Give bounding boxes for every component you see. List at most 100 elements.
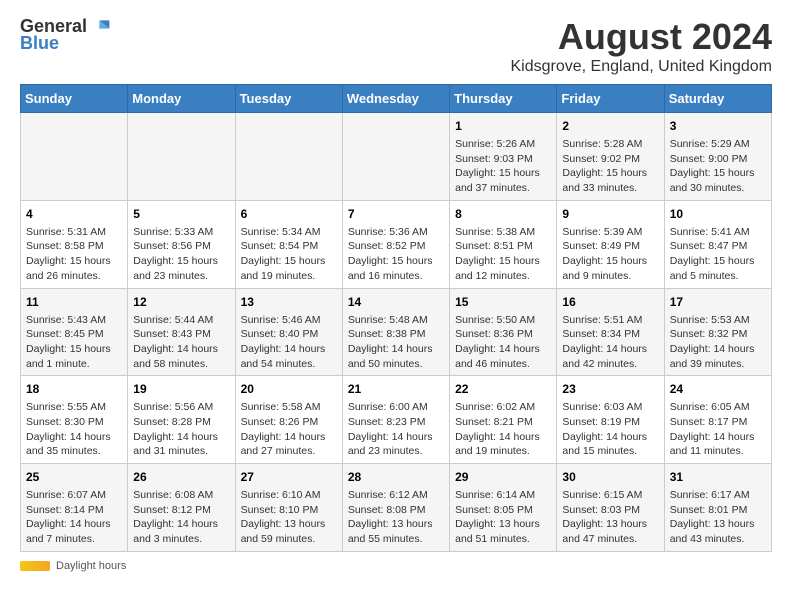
calendar-cell (21, 113, 128, 201)
calendar-header-row: SundayMondayTuesdayWednesdayThursdayFrid… (21, 85, 772, 113)
day-number: 7 (348, 205, 444, 223)
calendar-header-tuesday: Tuesday (235, 85, 342, 113)
daylight-label: Daylight hours (56, 560, 126, 572)
calendar-cell: 17 Sunrise: 5:53 AM Sunset: 8:32 PM Dayli… (664, 288, 771, 376)
day-number: 28 (348, 468, 444, 486)
calendar-cell: 13 Sunrise: 5:46 AM Sunset: 8:40 PM Dayli… (235, 288, 342, 376)
day-number: 19 (133, 380, 229, 398)
day-info: Sunrise: 6:12 AM Sunset: 8:08 PM Dayligh… (348, 488, 444, 547)
calendar-cell: 8 Sunrise: 5:38 AM Sunset: 8:51 PM Daylig… (450, 200, 557, 288)
calendar-cell: 10Sunrise: 5:41 AM Sunset: 8:47 PM Dayli… (664, 200, 771, 288)
day-info: Sunrise: 5:34 AM Sunset: 8:54 PM Dayligh… (241, 225, 337, 284)
calendar-cell (128, 113, 235, 201)
calendar-cell (235, 113, 342, 201)
calendar-cell: 11Sunrise: 5:43 AM Sunset: 8:45 PM Dayli… (21, 288, 128, 376)
day-number: 26 (133, 468, 229, 486)
calendar-week-row: 1Sunrise: 5:26 AM Sunset: 9:03 PM Daylig… (21, 113, 772, 201)
day-info: Sunrise: 6:05 AM Sunset: 8:17 PM Dayligh… (670, 400, 766, 459)
day-number: 15 (455, 293, 551, 311)
calendar-cell: 26 Sunrise: 6:08 AM Sunset: 8:12 PM Dayli… (128, 464, 235, 552)
day-info: Sunrise: 5:46 AM Sunset: 8:40 PM Dayligh… (241, 313, 337, 372)
day-info: Sunrise: 5:51 AM Sunset: 8:34 PM Dayligh… (562, 313, 658, 372)
day-number: 22 (455, 380, 551, 398)
day-info: Sunrise: 5:58 AM Sunset: 8:26 PM Dayligh… (241, 400, 337, 459)
day-info: Sunrise: 5:26 AM Sunset: 9:03 PM Dayligh… (455, 137, 551, 196)
day-info: Sunrise: 6:17 AM Sunset: 8:01 PM Dayligh… (670, 488, 766, 547)
day-number: 18 (26, 380, 122, 398)
calendar-cell: 19 Sunrise: 5:56 AM Sunset: 8:28 PM Dayli… (128, 376, 235, 464)
day-info: Sunrise: 5:29 AM Sunset: 9:00 PM Dayligh… (670, 137, 766, 196)
day-number: 13 (241, 293, 337, 311)
calendar-cell: 18Sunrise: 5:55 AM Sunset: 8:30 PM Dayli… (21, 376, 128, 464)
calendar-cell: 7 Sunrise: 5:36 AM Sunset: 8:52 PM Daylig… (342, 200, 449, 288)
calendar-cell: 6 Sunrise: 5:34 AM Sunset: 8:54 PM Daylig… (235, 200, 342, 288)
calendar-cell: 28 Sunrise: 6:12 AM Sunset: 8:08 PM Dayli… (342, 464, 449, 552)
day-info: Sunrise: 6:00 AM Sunset: 8:23 PM Dayligh… (348, 400, 444, 459)
day-number: 12 (133, 293, 229, 311)
day-number: 17 (670, 293, 766, 311)
calendar-table: SundayMondayTuesdayWednesdayThursdayFrid… (20, 84, 772, 552)
day-number: 29 (455, 468, 551, 486)
calendar-cell (342, 113, 449, 201)
day-info: Sunrise: 5:41 AM Sunset: 8:47 PM Dayligh… (670, 225, 766, 284)
calendar-week-row: 11Sunrise: 5:43 AM Sunset: 8:45 PM Dayli… (21, 288, 772, 376)
calendar-cell: 24 Sunrise: 6:05 AM Sunset: 8:17 PM Dayli… (664, 376, 771, 464)
calendar-header-thursday: Thursday (450, 85, 557, 113)
day-number: 14 (348, 293, 444, 311)
day-info: Sunrise: 5:33 AM Sunset: 8:56 PM Dayligh… (133, 225, 229, 284)
calendar-header-wednesday: Wednesday (342, 85, 449, 113)
day-info: Sunrise: 6:07 AM Sunset: 8:14 PM Dayligh… (26, 488, 122, 547)
daylight-bar-icon (20, 561, 50, 571)
calendar-header-friday: Friday (557, 85, 664, 113)
day-number: 2 (562, 117, 658, 135)
day-number: 21 (348, 380, 444, 398)
calendar-cell: 30Sunrise: 6:15 AM Sunset: 8:03 PM Dayli… (557, 464, 664, 552)
calendar-cell: 21 Sunrise: 6:00 AM Sunset: 8:23 PM Dayli… (342, 376, 449, 464)
day-info: Sunrise: 5:31 AM Sunset: 8:58 PM Dayligh… (26, 225, 122, 284)
calendar-cell: 23 Sunrise: 6:03 AM Sunset: 8:19 PM Dayli… (557, 376, 664, 464)
calendar-week-row: 18Sunrise: 5:55 AM Sunset: 8:30 PM Dayli… (21, 376, 772, 464)
day-info: Sunrise: 5:53 AM Sunset: 8:32 PM Dayligh… (670, 313, 766, 372)
calendar-cell: 12Sunrise: 5:44 AM Sunset: 8:43 PM Dayli… (128, 288, 235, 376)
logo: General Blue (20, 16, 111, 54)
day-number: 8 (455, 205, 551, 223)
calendar-week-row: 4Sunrise: 5:31 AM Sunset: 8:58 PM Daylig… (21, 200, 772, 288)
calendar-cell: 1Sunrise: 5:26 AM Sunset: 9:03 PM Daylig… (450, 113, 557, 201)
day-number: 25 (26, 468, 122, 486)
day-number: 5 (133, 205, 229, 223)
logo-icon (91, 17, 111, 37)
day-number: 6 (241, 205, 337, 223)
day-number: 3 (670, 117, 766, 135)
day-info: Sunrise: 6:15 AM Sunset: 8:03 PM Dayligh… (562, 488, 658, 547)
day-number: 23 (562, 380, 658, 398)
calendar-cell: 16 Sunrise: 5:51 AM Sunset: 8:34 PM Dayli… (557, 288, 664, 376)
day-number: 24 (670, 380, 766, 398)
calendar-cell: 2 Sunrise: 5:28 AM Sunset: 9:02 PM Daylig… (557, 113, 664, 201)
calendar-cell: 25 Sunrise: 6:07 AM Sunset: 8:14 PM Dayli… (21, 464, 128, 552)
day-number: 16 (562, 293, 658, 311)
calendar-week-row: 25 Sunrise: 6:07 AM Sunset: 8:14 PM Dayli… (21, 464, 772, 552)
day-info: Sunrise: 5:28 AM Sunset: 9:02 PM Dayligh… (562, 137, 658, 196)
calendar-cell: 29 Sunrise: 6:14 AM Sunset: 8:05 PM Dayli… (450, 464, 557, 552)
day-info: Sunrise: 5:36 AM Sunset: 8:52 PM Dayligh… (348, 225, 444, 284)
day-info: Sunrise: 5:48 AM Sunset: 8:38 PM Dayligh… (348, 313, 444, 372)
month-title: August 2024 (511, 16, 773, 58)
calendar-cell: 15 Sunrise: 5:50 AM Sunset: 8:36 PM Dayli… (450, 288, 557, 376)
day-info: Sunrise: 6:08 AM Sunset: 8:12 PM Dayligh… (133, 488, 229, 547)
day-info: Sunrise: 5:50 AM Sunset: 8:36 PM Dayligh… (455, 313, 551, 372)
day-number: 9 (562, 205, 658, 223)
day-info: Sunrise: 6:14 AM Sunset: 8:05 PM Dayligh… (455, 488, 551, 547)
title-area: August 2024 Kidsgrove, England, United K… (511, 16, 773, 76)
day-info: Sunrise: 5:56 AM Sunset: 8:28 PM Dayligh… (133, 400, 229, 459)
calendar-cell: 3 Sunrise: 5:29 AM Sunset: 9:00 PM Daylig… (664, 113, 771, 201)
day-info: Sunrise: 6:03 AM Sunset: 8:19 PM Dayligh… (562, 400, 658, 459)
calendar-cell: 9 Sunrise: 5:39 AM Sunset: 8:49 PM Daylig… (557, 200, 664, 288)
day-number: 31 (670, 468, 766, 486)
calendar-header-monday: Monday (128, 85, 235, 113)
calendar-cell: 22Sunrise: 6:02 AM Sunset: 8:21 PM Dayli… (450, 376, 557, 464)
day-info: Sunrise: 5:39 AM Sunset: 8:49 PM Dayligh… (562, 225, 658, 284)
day-info: Sunrise: 5:38 AM Sunset: 8:51 PM Dayligh… (455, 225, 551, 284)
calendar-header-sunday: Sunday (21, 85, 128, 113)
day-info: Sunrise: 6:10 AM Sunset: 8:10 PM Dayligh… (241, 488, 337, 547)
calendar-cell: 31 Sunrise: 6:17 AM Sunset: 8:01 PM Dayli… (664, 464, 771, 552)
